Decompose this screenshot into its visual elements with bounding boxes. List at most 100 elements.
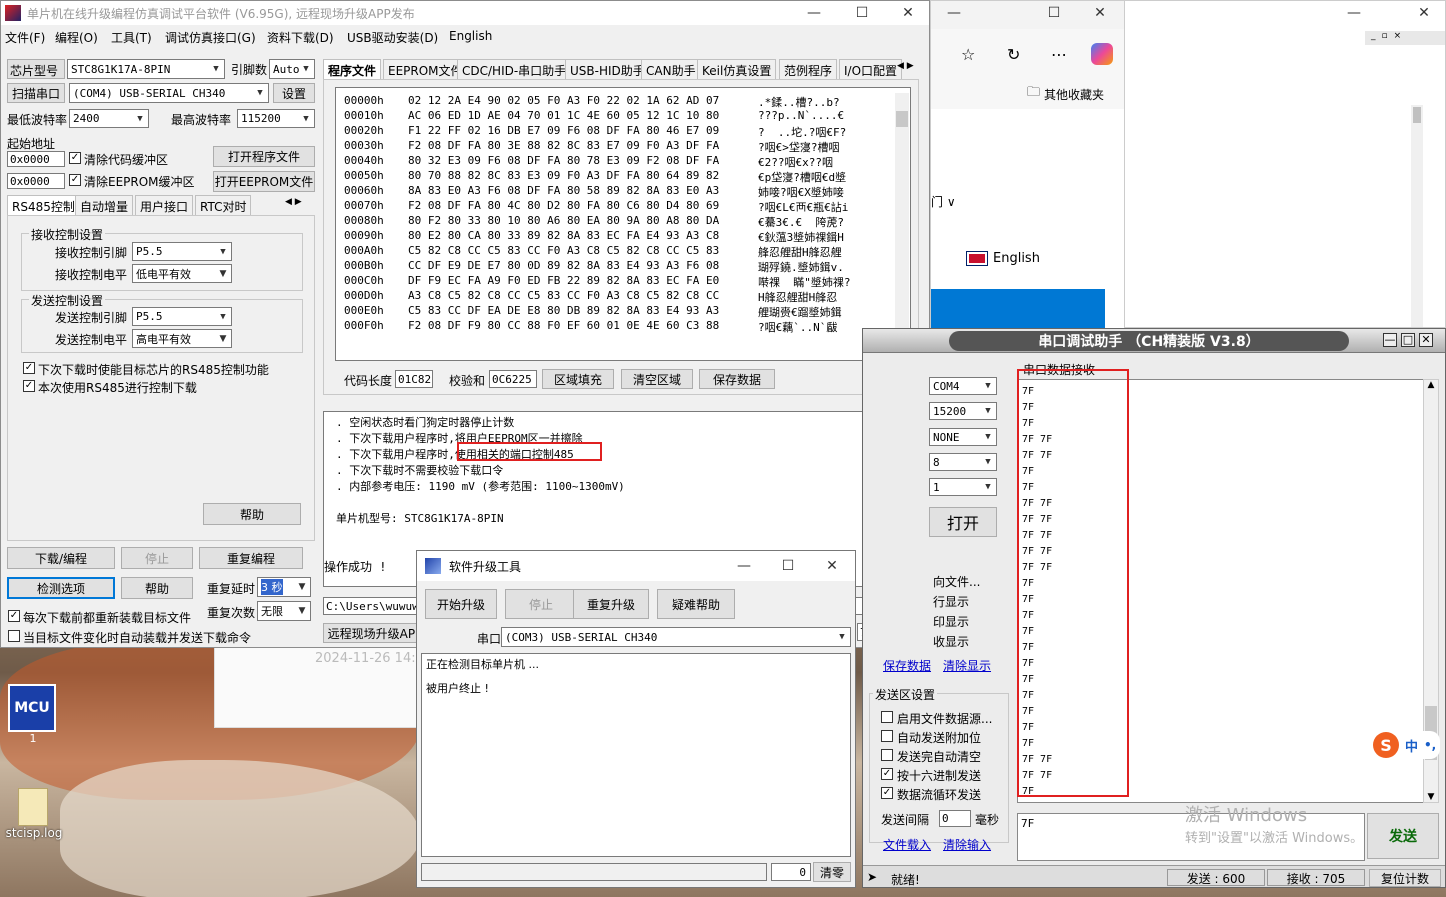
clear-region-button[interactable]: 清空区域 — [621, 369, 693, 389]
start-address-input[interactable]: 0x0000 — [7, 151, 65, 167]
favorites-icon[interactable]: ☆ — [961, 45, 975, 64]
hex-scrollbar-v[interactable] — [895, 93, 909, 345]
pins-select[interactable]: Auto ▼ — [269, 59, 315, 79]
save-data-button[interactable]: 保存数据 — [699, 369, 775, 389]
ime-indicator[interactable]: S 中 •, — [1369, 731, 1441, 759]
reprogram-button[interactable]: 重复编程 — [199, 547, 303, 569]
tab-5[interactable]: Keil仿真设置 — [697, 59, 777, 79]
detect-options-button[interactable]: 检测选项 — [7, 577, 115, 599]
data-bits-select[interactable]: 8 ▼ — [929, 453, 997, 471]
send-option-checkbox[interactable] — [881, 730, 893, 742]
clear-code-checkbox[interactable]: ✓ — [69, 152, 81, 164]
download-program-button[interactable]: 下载/编程 — [7, 547, 115, 569]
upgrade-log[interactable]: 正在检测目标单片机 ... 被用户终止 ! — [421, 653, 851, 857]
clear-display-link[interactable]: 清除显示 — [943, 657, 991, 674]
maximize-icon[interactable]: ☐ — [1031, 1, 1077, 25]
mini-restore-icon[interactable]: ▫ — [1382, 31, 1388, 45]
desktop-icon-log[interactable]: stcisp.log — [2, 788, 66, 852]
rs485-use-checkbox[interactable]: ✓ — [23, 380, 35, 392]
tab-7[interactable]: I/O口配置 — [839, 59, 903, 79]
tab-3[interactable]: RTC对时 — [195, 195, 252, 215]
send-option-checkbox[interactable]: ✓ — [881, 768, 893, 780]
display-option[interactable]: 收显示 — [933, 633, 969, 650]
close-icon[interactable]: ✕ — [1077, 1, 1123, 25]
stop-bits-select[interactable]: 1 ▼ — [929, 478, 997, 496]
port-select[interactable]: (COM4) USB-SERIAL CH340 ▼ — [69, 83, 269, 103]
rs485-enable-checkbox[interactable]: ✓ — [23, 362, 35, 374]
history-icon[interactable]: ↻ — [1007, 45, 1020, 64]
close-icon[interactable]: ✕ — [809, 551, 855, 581]
help-button[interactable]: 帮助 — [203, 503, 301, 525]
minimize-icon[interactable]: — — [791, 1, 837, 25]
hex-viewer[interactable]: 00000h 02 12 2A E4 90 02 05 F0 A3 F0 22 0… — [335, 87, 911, 361]
scroll-down-icon[interactable]: ▼ — [1424, 792, 1438, 802]
tx-level-select[interactable]: 高电平有效 ▼ — [132, 329, 232, 348]
stop-upgrade-button[interactable]: 停止 — [505, 589, 577, 619]
mini-minimize-icon[interactable]: _ — [1371, 31, 1376, 45]
repeat-delay-select[interactable]: 3 秒 ▼ — [257, 577, 311, 597]
close-icon[interactable]: ✕ — [1419, 333, 1433, 347]
stop-button[interactable]: 停止 — [121, 547, 193, 569]
tab-2[interactable]: CDC/HID-串口助手 — [457, 59, 572, 79]
copilot-icon[interactable] — [1091, 43, 1113, 65]
remote-upgrade-button[interactable]: 远程现场升级APP — [323, 623, 427, 643]
scan-port-button[interactable]: 扫描串口 — [7, 83, 65, 103]
chip-model-button[interactable]: 芯片型号 — [7, 59, 65, 79]
clear-input-link[interactable]: 清除输入 — [943, 836, 991, 853]
menu-item[interactable]: 调试仿真接口(G) — [165, 29, 256, 46]
scroll-up-icon[interactable]: ▲ — [1424, 380, 1438, 390]
minimize-icon[interactable]: — — [1383, 333, 1397, 347]
menu-item[interactable]: 编程(O) — [55, 29, 98, 46]
maximize-icon[interactable]: □ — [1401, 333, 1415, 347]
min-baud-select[interactable]: 2400 ▼ — [69, 109, 149, 128]
chip-model-select[interactable]: STC8G1K17A-8PIN ▼ — [67, 59, 225, 79]
display-option[interactable]: 向文件... — [933, 573, 980, 590]
region-fill-button[interactable]: 区域填充 — [542, 369, 614, 389]
rx-level-select[interactable]: 低电平有效 ▼ — [132, 264, 232, 283]
help-button-2[interactable]: 帮助 — [121, 577, 193, 599]
parity-select[interactable]: NONE ▼ — [929, 428, 997, 446]
minimize-icon[interactable]: — — [931, 1, 977, 25]
menu-item[interactable]: 资料下载(D) — [267, 29, 334, 46]
maximize-icon[interactable]: ☐ — [765, 551, 811, 581]
menu-item[interactable]: English — [449, 29, 492, 43]
upgrade-clear-button[interactable]: 清零 — [813, 862, 851, 882]
tab-0[interactable]: RS485控制 — [7, 195, 80, 215]
send-button[interactable]: 发送 — [1367, 813, 1439, 859]
save-data-link[interactable]: 保存数据 — [883, 657, 931, 674]
scrollbar[interactable] — [1411, 105, 1423, 327]
right-tab-scroll[interactable]: ◀ ▶ — [897, 61, 914, 71]
tab-1[interactable]: EEPROM文件 — [383, 59, 468, 79]
tab-1[interactable]: 自动增量 — [75, 195, 134, 215]
language-dropdown-fragment[interactable]: 门 ∨ — [931, 193, 956, 210]
repeat-upgrade-button[interactable]: 重复升级 — [573, 589, 649, 619]
tab-4[interactable]: CAN助手 — [641, 59, 701, 79]
menu-item[interactable]: 文件(F) — [5, 29, 45, 46]
repeat-count-select[interactable]: 无限 ▼ — [257, 601, 311, 621]
minimize-icon[interactable]: — — [1331, 1, 1377, 25]
reload-checkbox[interactable]: ✓ — [8, 610, 20, 622]
reset-count-button[interactable]: 复位计数 — [1369, 869, 1441, 887]
tx-pin-select[interactable]: P5.5 ▼ — [132, 307, 232, 326]
baud-select[interactable]: 15200 ▼ — [929, 402, 997, 420]
minimize-icon[interactable]: — — [721, 551, 767, 581]
tab-0[interactable]: 程序文件 — [323, 59, 382, 79]
more-icon[interactable]: ⋯ — [1051, 45, 1067, 64]
desktop-icon-stc[interactable]: MCU 1 — [8, 684, 58, 745]
tab-3[interactable]: USB-HID助手 — [565, 59, 650, 79]
file-load-link[interactable]: 文件载入 — [883, 836, 931, 853]
open-program-file-button[interactable]: 打开程序文件 — [213, 146, 315, 167]
rx-pin-select[interactable]: P5.5 ▼ — [132, 242, 232, 261]
display-option[interactable]: 印显示 — [933, 613, 969, 630]
upgrade-port-select[interactable]: (COM3) USB-SERIAL CH340 ▼ — [501, 627, 851, 647]
auto-reload-checkbox[interactable] — [8, 630, 20, 642]
other-favorites[interactable]: 🗀 其他收藏夹 — [1027, 83, 1104, 105]
mini-close-icon[interactable]: × — [1394, 31, 1402, 45]
max-baud-select[interactable]: 115200 ▼ — [237, 109, 315, 128]
clear-eeprom-checkbox[interactable]: ✓ — [69, 174, 81, 186]
menu-item[interactable]: USB驱动安装(D) — [347, 29, 438, 46]
send-option-checkbox[interactable]: ✓ — [881, 787, 893, 799]
close-icon[interactable]: ✕ — [885, 1, 929, 25]
maximize-icon[interactable]: ☐ — [839, 1, 885, 25]
send-option-checkbox[interactable] — [881, 711, 893, 723]
